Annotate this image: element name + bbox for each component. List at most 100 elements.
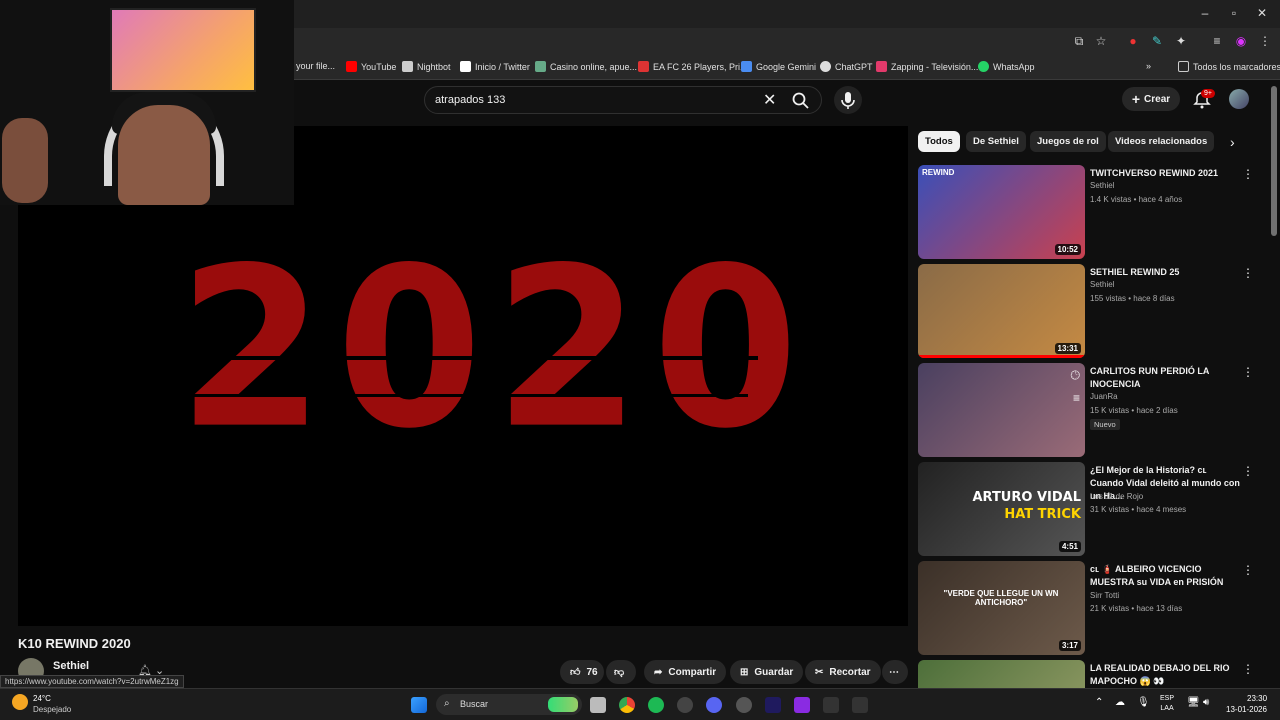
discord-icon[interactable] — [706, 697, 722, 713]
more-options-icon[interactable]: ⋮ — [1242, 662, 1254, 676]
install-icon[interactable]: ⧉ — [1072, 34, 1086, 48]
video-thumbnail[interactable]: 🕒︎ ≡ — [918, 363, 1085, 457]
reading-list-icon[interactable]: ≡ — [1210, 34, 1224, 48]
more-options-icon[interactable]: ⋮ — [1242, 563, 1254, 577]
rec-channel[interactable]: Los 11 de Rojo — [1090, 492, 1143, 501]
rec-title[interactable]: SETHIEL REWIND 25 — [1090, 266, 1240, 279]
bookmark-item[interactable]: EA FC 26 Players, Pri... — [638, 61, 748, 72]
chrome-icon[interactable] — [619, 697, 635, 713]
chip-related[interactable]: Videos relacionados — [1108, 131, 1215, 152]
app-icon[interactable] — [852, 697, 868, 713]
language-indicator[interactable]: ESP LAA — [1160, 694, 1174, 714]
clock-date[interactable]: 13-01-2026 — [1226, 705, 1267, 714]
maximize-icon[interactable]: ▫ — [1227, 6, 1241, 20]
webcam-overlay — [0, 0, 294, 205]
watch-later-icon[interactable]: 🕒︎ — [1071, 368, 1081, 383]
more-options-icon[interactable]: ⋮ — [1242, 266, 1254, 280]
voice-search-button[interactable] — [834, 86, 862, 114]
more-options-icon[interactable]: ⋮ — [1242, 365, 1254, 379]
bookmark-item[interactable]: Casino online, apue... — [535, 61, 637, 72]
weather-temp[interactable]: 24°C — [33, 694, 51, 703]
save-button[interactable]: ⊞ Guardar — [730, 660, 804, 684]
app-icon[interactable] — [823, 697, 839, 713]
more-actions-button[interactable]: ⋯ — [882, 660, 908, 684]
recommendation-item[interactable]: REWIND 10:52 TWITCHVERSO REWIND 2021 Set… — [918, 165, 1263, 259]
rec-title[interactable]: ᴄʟ 🧯 ALBEIRO VICENCIO MUESTRA su VIDA en… — [1090, 563, 1240, 589]
like-count: 76 — [586, 666, 598, 678]
dislike-button[interactable]: 👎︎ — [606, 660, 636, 684]
recommendation-item[interactable]: 13:31 SETHIEL REWIND 25 Sethiel 155 vist… — [918, 264, 1263, 358]
recommendation-item[interactable]: 🕒︎ ≡ CARLITOS RUN PERDIÓ LA INOCENCIA Ju… — [918, 363, 1263, 457]
minimize-icon[interactable]: – — [1198, 6, 1212, 20]
clear-search-icon[interactable]: ✕ — [763, 90, 776, 110]
taskbar-search[interactable]: ⌕ Buscar — [436, 694, 582, 715]
channel-name[interactable]: Sethiel — [53, 660, 89, 672]
weather-icon[interactable] — [12, 694, 28, 710]
rec-channel[interactable]: Sethiel — [1090, 181, 1114, 190]
app-icon[interactable] — [794, 697, 810, 713]
ea-icon — [638, 61, 649, 72]
chevron-right-icon[interactable]: › — [1230, 134, 1235, 150]
chip-from-channel[interactable]: De Sethiel — [966, 131, 1026, 152]
create-button[interactable]: + Crear — [1122, 87, 1180, 111]
like-button[interactable]: 👍︎ 76 — [560, 660, 604, 684]
video-thumbnail[interactable]: 13:31 — [918, 264, 1085, 358]
chip-all[interactable]: Todos — [918, 131, 960, 152]
rec-title[interactable]: TWITCHVERSO REWIND 2021 — [1090, 167, 1240, 180]
start-icon[interactable] — [411, 697, 427, 713]
weather-desc[interactable]: Despejado — [33, 705, 71, 714]
profile-icon[interactable]: ◉ — [1234, 34, 1248, 48]
onedrive-icon[interactable]: ☁ — [1115, 697, 1125, 708]
extensions-icon[interactable]: ✦ — [1174, 34, 1188, 48]
video-thumbnail[interactable]: "VERDE QUE LLEGUE UN WN ANTICHORO" 3:17 — [918, 561, 1085, 655]
network-icon[interactable]: 🖥︎ — [1187, 697, 1200, 708]
duration: 4:51 — [1058, 541, 1081, 552]
app-icon[interactable] — [677, 697, 693, 713]
clock-time[interactable]: 23:30 — [1247, 694, 1267, 703]
menu-icon[interactable]: ⋮ — [1258, 34, 1272, 48]
spotify-icon[interactable] — [648, 697, 664, 713]
rec-title[interactable]: LA REALIDAD DEBAJO DEL RIO MAPOCHO 😱 👀 — [1090, 662, 1240, 688]
add-to-queue-icon[interactable]: ≡ — [1073, 391, 1080, 405]
extension-red-icon[interactable]: ● — [1126, 34, 1140, 48]
chip-roleplay[interactable]: Juegos de rol — [1030, 131, 1106, 152]
bookmark-item[interactable]: Google Gemini — [741, 61, 816, 72]
recommendation-item[interactable]: "VERDE QUE LLEGUE UN WN ANTICHORO" 3:17 … — [918, 561, 1263, 655]
file-explorer-icon[interactable] — [590, 697, 606, 713]
rec-channel[interactable]: Sethiel — [1090, 280, 1114, 289]
account-avatar[interactable] — [1229, 89, 1249, 109]
more-bookmarks-icon[interactable]: » — [1146, 61, 1151, 71]
mic-tray-icon[interactable]: 🎙︎ — [1137, 697, 1150, 708]
close-window-icon[interactable]: ✕ — [1255, 6, 1269, 20]
bookmark-item[interactable]: YouTube — [346, 61, 396, 72]
rec-title[interactable]: CARLITOS RUN PERDIÓ LA INOCENCIA — [1090, 365, 1240, 391]
rec-channel[interactable]: JuanRa — [1090, 392, 1118, 401]
more-options-icon[interactable]: ⋮ — [1242, 167, 1254, 181]
video-thumbnail[interactable]: REWIND 10:52 — [918, 165, 1085, 259]
obs-icon[interactable] — [736, 697, 752, 713]
bookmark-item[interactable]: Nightbot — [402, 61, 451, 72]
clip-button[interactable]: ✂ Recortar — [805, 660, 881, 684]
bookmark-item[interactable]: your file... — [296, 61, 335, 71]
video-thumbnail[interactable]: ARTURO VIDAL HAT TRICK 4:51 — [918, 462, 1085, 556]
chevron-up-icon[interactable]: ⌃ — [1095, 697, 1103, 708]
extension-teal-icon[interactable]: ✎ — [1150, 34, 1164, 48]
all-bookmarks[interactable]: Todos los marcadores — [1178, 61, 1280, 72]
bookmark-item[interactable]: Zapping - Televisión... — [876, 61, 978, 72]
recommendation-item[interactable]: ARTURO VIDAL HAT TRICK 4:51 ¿El Mejor de… — [918, 462, 1263, 556]
recommendation-item[interactable]: LA REALIDAD DEBAJO DEL RIO MAPOCHO 😱 👀 ⋮ — [918, 660, 1263, 688]
search-query[interactable]: atrapados 133 — [435, 94, 505, 106]
scrollbar[interactable] — [1271, 86, 1277, 236]
video-thumbnail[interactable] — [918, 660, 1085, 688]
volume-icon[interactable]: 🔊︎ — [1203, 697, 1209, 708]
share-button[interactable]: ➦ Compartir — [644, 660, 727, 684]
bookmark-item[interactable]: WhatsApp — [978, 61, 1035, 72]
rec-channel[interactable]: Sirr Totti — [1090, 591, 1119, 600]
search-input[interactable]: atrapados 133 ✕ — [424, 86, 822, 114]
premiere-icon[interactable] — [765, 697, 781, 713]
star-icon[interactable]: ☆ — [1094, 34, 1108, 48]
more-options-icon[interactable]: ⋮ — [1242, 464, 1254, 478]
bookmark-item[interactable]: Inicio / Twitter — [460, 61, 530, 72]
bookmark-item[interactable]: ChatGPT — [820, 61, 873, 72]
search-icon[interactable] — [791, 91, 811, 111]
